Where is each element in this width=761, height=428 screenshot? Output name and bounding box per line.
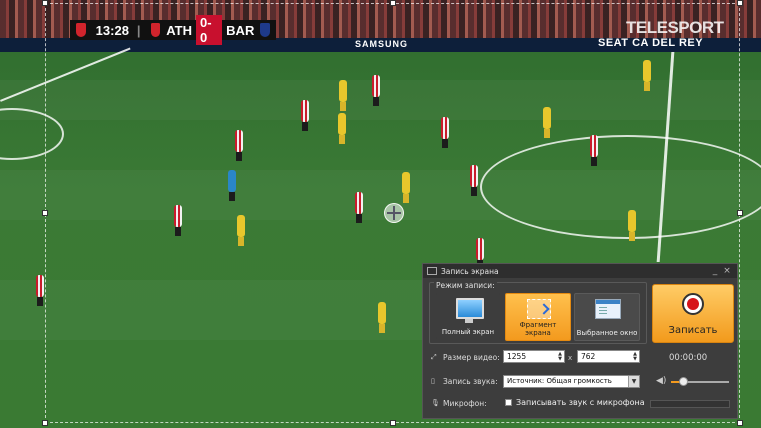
title-bar[interactable]: Запись экрана _ ×	[423, 264, 737, 278]
microphone-label: Микрофон:	[443, 399, 487, 408]
region-select-icon	[527, 299, 551, 319]
audio-icon: ▯	[431, 377, 435, 385]
audio-label: Запись звука:	[443, 377, 498, 386]
width-input[interactable]: 1255 ▲ ▼	[503, 350, 565, 363]
record-button[interactable]: Записать	[652, 284, 734, 343]
monitor-icon	[456, 298, 484, 323]
mode-label: Фрагмент экрана	[519, 321, 557, 337]
dimension-separator: x	[568, 354, 573, 362]
height-value: 762	[581, 352, 596, 361]
recording-mode-group: Режим записи: Полный экран Фрагмент экра…	[429, 281, 647, 344]
player	[36, 275, 44, 306]
mic-level-meter	[650, 400, 730, 408]
region-mode-button[interactable]: Фрагмент экрана	[505, 293, 571, 341]
mode-label: Полный экран	[441, 328, 495, 336]
resize-handle-bottom[interactable]	[390, 420, 396, 426]
resize-handle-top-left[interactable]	[42, 0, 48, 6]
mic-checkbox[interactable]	[505, 399, 512, 406]
volume-slider[interactable]	[671, 377, 729, 386]
mic-checkbox-label[interactable]: Записывать звук с микрофона	[516, 398, 645, 407]
record-icon	[682, 293, 704, 315]
resize-handle-left[interactable]	[42, 210, 48, 216]
video-size-label: Размер видео:	[443, 353, 500, 362]
resize-handle-top-right[interactable]	[737, 0, 743, 6]
microphone-icon: 🎙	[431, 399, 440, 407]
spin-arrows-icon[interactable]: ▲ ▼	[633, 352, 637, 362]
speaker-icon: ◀)	[656, 376, 667, 386]
audio-source-select[interactable]: Источник: Общая громкость ▼	[503, 375, 640, 388]
resize-icon: ⤢	[431, 353, 437, 361]
full-screen-mode-button[interactable]: Полный экран	[436, 293, 500, 339]
window-mode-button[interactable]: Выбранное окно	[574, 293, 640, 341]
height-input[interactable]: 762 ▲ ▼	[577, 350, 640, 363]
close-button[interactable]: ×	[721, 266, 733, 276]
chevron-down-icon[interactable]: ▼	[628, 376, 639, 387]
width-value: 1255	[507, 352, 527, 361]
record-button-label: Записать	[668, 325, 718, 336]
resize-handle-top[interactable]	[390, 0, 396, 6]
window-icon	[595, 299, 621, 319]
mode-label: Выбранное окно	[576, 329, 638, 337]
audio-source-value: Источник: Общая громкость	[507, 377, 612, 385]
resize-handle-bottom-left[interactable]	[42, 420, 48, 426]
resize-handle-bottom-right[interactable]	[737, 420, 743, 426]
screen-recorder-panel: Запись экрана _ × Режим записи: Полный э…	[422, 263, 738, 419]
resize-handle-right[interactable]	[737, 210, 743, 216]
minimize-button[interactable]: _	[709, 266, 721, 276]
window-title: Запись экрана	[441, 266, 499, 276]
spin-arrows-icon[interactable]: ▲ ▼	[558, 352, 562, 362]
recorder-app-icon	[427, 267, 437, 275]
recording-timer: 00:00:00	[669, 353, 708, 363]
recording-mode-label: Режим записи:	[434, 281, 497, 290]
volume-knob[interactable]	[678, 377, 688, 386]
